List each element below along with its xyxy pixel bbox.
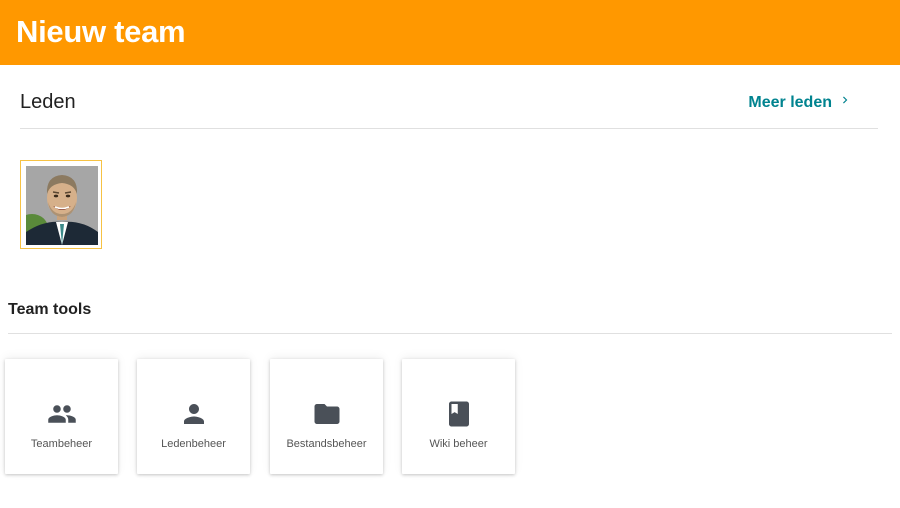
more-members-link[interactable]: Meer leden: [748, 93, 852, 113]
member-avatar[interactable]: [20, 160, 102, 249]
member-avatar-image: [26, 166, 98, 245]
app-header: Nieuw team: [0, 0, 900, 65]
tool-label: Bestandsbeheer: [286, 438, 367, 450]
book-icon: [402, 399, 515, 429]
tools-divider: [8, 333, 892, 334]
more-members-label: Meer leden: [748, 94, 832, 111]
members-section-title: Leden: [20, 91, 76, 113]
tool-card-ledenbeheer[interactable]: Ledenbeheer: [137, 359, 250, 474]
tool-label: Wiki beheer: [429, 438, 488, 450]
tool-label: Ledenbeheer: [161, 438, 226, 450]
tool-card-teambeheer[interactable]: Teambeheer: [5, 359, 118, 474]
members-divider: [20, 128, 878, 129]
folder-icon: [270, 399, 383, 429]
person-icon: [137, 399, 250, 429]
tool-card-wiki-beheer[interactable]: Wiki beheer: [402, 359, 515, 474]
page-title: Nieuw team: [16, 14, 186, 49]
group-icon: [5, 399, 118, 429]
tool-label: Teambeheer: [30, 438, 93, 450]
tool-card-bestandsbeheer[interactable]: Bestandsbeheer: [270, 359, 383, 474]
chevron-right-icon: [838, 93, 852, 113]
tools-section-title: Team tools: [8, 301, 92, 318]
